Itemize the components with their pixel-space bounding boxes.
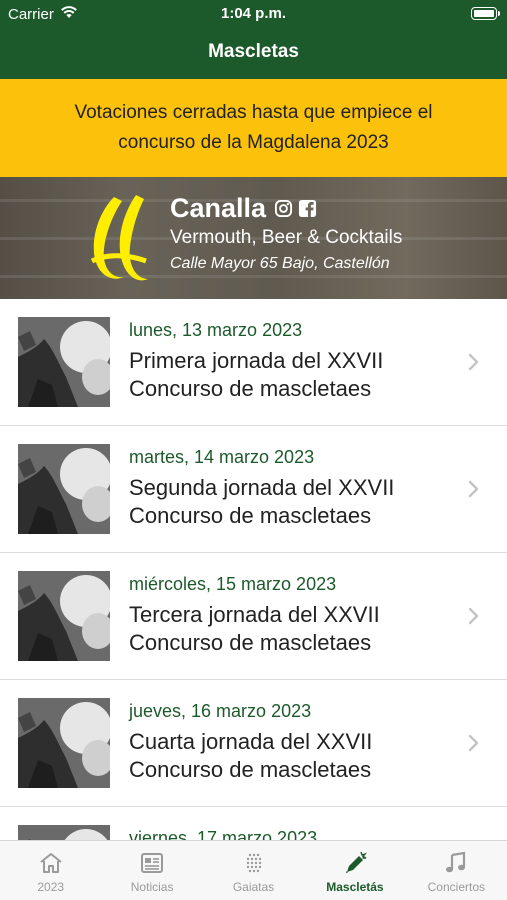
tab-bar: 2023 Noticias Gaiatas Mascletás Conciert… <box>0 840 507 900</box>
event-date: miércoles, 15 marzo 2023 <box>129 574 337 594</box>
event-thumbnail <box>18 698 110 788</box>
clock: 1:04 p.m. <box>220 5 287 22</box>
navigation-bar: Mascletas <box>0 28 507 79</box>
sponsor-address: Calle Mayor 65 Bajo, Castellón <box>170 255 390 272</box>
event-row[interactable]: lunes, 13 marzo 2023 Primera jornada del … <box>0 299 507 426</box>
sponsor-tagline: Vermouth, Beer & Cocktails <box>170 227 403 248</box>
event-thumbnail <box>18 571 110 661</box>
event-date: viernes, 17 marzo 2023 <box>129 828 318 840</box>
event-title: Segunda jornada del XXVII Concurso de ma… <box>129 475 395 528</box>
event-row[interactable]: viernes, 17 marzo 2023 <box>0 807 507 840</box>
event-date: lunes, 13 marzo 2023 <box>129 320 303 340</box>
event-title: Tercera jornada del XXVII Concurso de ma… <box>129 602 380 655</box>
chevron-right-icon <box>468 353 479 371</box>
event-title: Primera jornada del XXVII Concurso de ma… <box>129 348 384 401</box>
event-thumbnail <box>18 317 110 407</box>
chevron-right-icon <box>468 607 479 625</box>
event-thumbnail <box>18 444 110 534</box>
chevron-right-icon <box>468 480 479 498</box>
tab-label: Conciertos <box>427 880 485 894</box>
lights-grid-icon <box>246 853 261 873</box>
tab-label: Gaiatas <box>232 880 275 894</box>
tab-label: Noticias <box>130 880 174 894</box>
firework-pencil-icon <box>345 851 367 873</box>
banner-line-2: concurso de la Magdalena 2023 <box>118 132 389 153</box>
canalla-logo <box>90 195 148 281</box>
sponsor-ad-text: Canalla Vermouth, Beer & Cocktails Calle… <box>170 193 402 273</box>
tab-noticias[interactable]: Noticias <box>101 841 202 900</box>
tab-gaiatas[interactable]: Gaiatas <box>203 841 304 900</box>
event-row[interactable]: martes, 14 marzo 2023 Segunda jornada del… <box>0 426 507 553</box>
tab-label: Mascletás <box>326 880 384 894</box>
event-row[interactable]: jueves, 16 marzo 2023 Cuarta jornada del … <box>0 680 507 807</box>
page-title: Mascletas <box>208 41 299 62</box>
status-bar: Carrier 1:04 p.m. <box>0 0 507 28</box>
tab-2023[interactable]: 2023 <box>0 841 101 900</box>
sponsor-name: Canalla <box>170 193 267 223</box>
event-date: martes, 14 marzo 2023 <box>129 447 315 467</box>
sponsor-ad-banner[interactable]: Canalla Vermouth, Beer & Cocktails Calle… <box>0 177 507 299</box>
event-thumbnail <box>18 825 110 840</box>
tab-label: 2023 <box>37 880 65 894</box>
battery-icon <box>471 7 500 20</box>
facebook-icon[interactable] <box>298 199 317 218</box>
music-note-icon <box>446 851 466 873</box>
events-list[interactable]: lunes, 13 marzo 2023 Primera jornada del … <box>0 299 507 840</box>
voting-closed-banner: Votaciones cerradas hasta que empiece el… <box>0 79 507 177</box>
chevron-right-icon <box>468 734 479 752</box>
newspaper-icon <box>141 853 164 873</box>
tab-conciertos[interactable]: Conciertos <box>406 841 507 900</box>
event-row[interactable]: miércoles, 15 marzo 2023 Tercera jornada … <box>0 553 507 680</box>
home-icon <box>40 853 62 873</box>
event-title: Cuarta jornada del XXVII Concurso de mas… <box>129 729 373 782</box>
event-date: jueves, 16 marzo 2023 <box>129 701 312 721</box>
tab-mascletas[interactable]: Mascletás <box>304 841 405 900</box>
instagram-icon[interactable] <box>274 199 293 218</box>
banner-line-1: Votaciones cerradas hasta que empiece el <box>74 102 433 123</box>
